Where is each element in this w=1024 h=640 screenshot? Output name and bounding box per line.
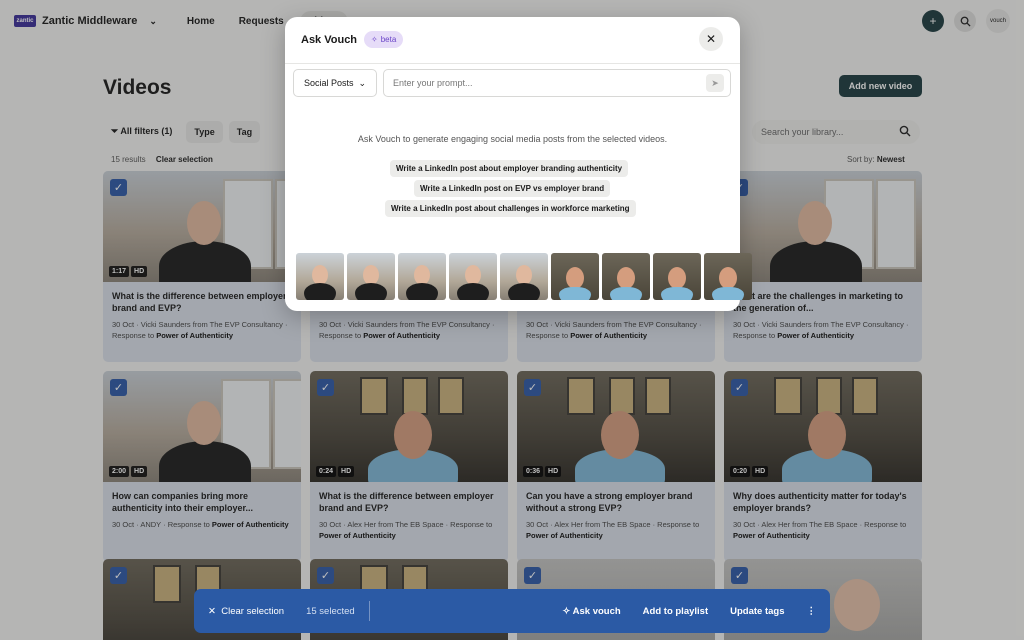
post-type-select[interactable]: Social Posts ⌄ (293, 69, 377, 97)
beta-badge: ✧ beta (364, 31, 404, 48)
post-type-value: Social Posts (303, 78, 354, 88)
selected-count: 15 selected (306, 601, 370, 621)
video-thumbnail (500, 253, 548, 300)
more-options-icon[interactable]: ⋮ (807, 606, 817, 617)
send-icon[interactable]: ➤ (706, 74, 724, 92)
video-thumbnail (398, 253, 446, 300)
modal-title: Ask Vouch (301, 34, 358, 46)
clear-selection-label: Clear selection (221, 605, 285, 617)
clear-selection-button[interactable]: ✕ Clear selection (208, 606, 284, 617)
selection-action-bar: ✕ Clear selection 15 selected ✧ Ask vouc… (194, 589, 830, 633)
prompt-input[interactable]: Enter your prompt... ➤ (383, 69, 731, 97)
sparkle-icon: ✧ (562, 605, 571, 617)
close-icon: ✕ (208, 605, 216, 617)
add-to-playlist-button[interactable]: Add to playlist (643, 606, 708, 617)
chevron-down-icon: ⌄ (358, 77, 367, 88)
ask-vouch-modal: Ask Vouch ✧ beta ✕ Social Posts ⌄ Enter … (285, 17, 752, 311)
suggestion-chip[interactable]: Write a LinkedIn post about challenges i… (385, 200, 636, 217)
close-icon[interactable]: ✕ (699, 27, 723, 51)
prompt-placeholder: Enter your prompt... (393, 78, 473, 88)
video-thumbnail (602, 253, 650, 300)
selected-videos-strip (296, 253, 752, 300)
video-thumbnail (449, 253, 497, 300)
video-thumbnail (653, 253, 701, 300)
beta-label: beta (380, 35, 397, 44)
modal-hint: Ask Vouch to generate engaging social me… (357, 134, 668, 144)
divider (285, 63, 740, 64)
video-thumbnail (296, 253, 344, 300)
ask-vouch-label: Ask vouch (572, 605, 621, 617)
ask-vouch-button[interactable]: ✧ Ask vouch (562, 606, 620, 617)
video-thumbnail (551, 253, 599, 300)
video-thumbnail (704, 253, 752, 300)
sparkle-icon: ✧ (371, 35, 378, 44)
suggestion-chip[interactable]: Write a LinkedIn post about employer bra… (390, 160, 629, 177)
suggestion-chip[interactable]: Write a LinkedIn post on EVP vs employer… (414, 180, 611, 197)
video-thumbnail (347, 253, 395, 300)
update-tags-button[interactable]: Update tags (730, 606, 784, 617)
